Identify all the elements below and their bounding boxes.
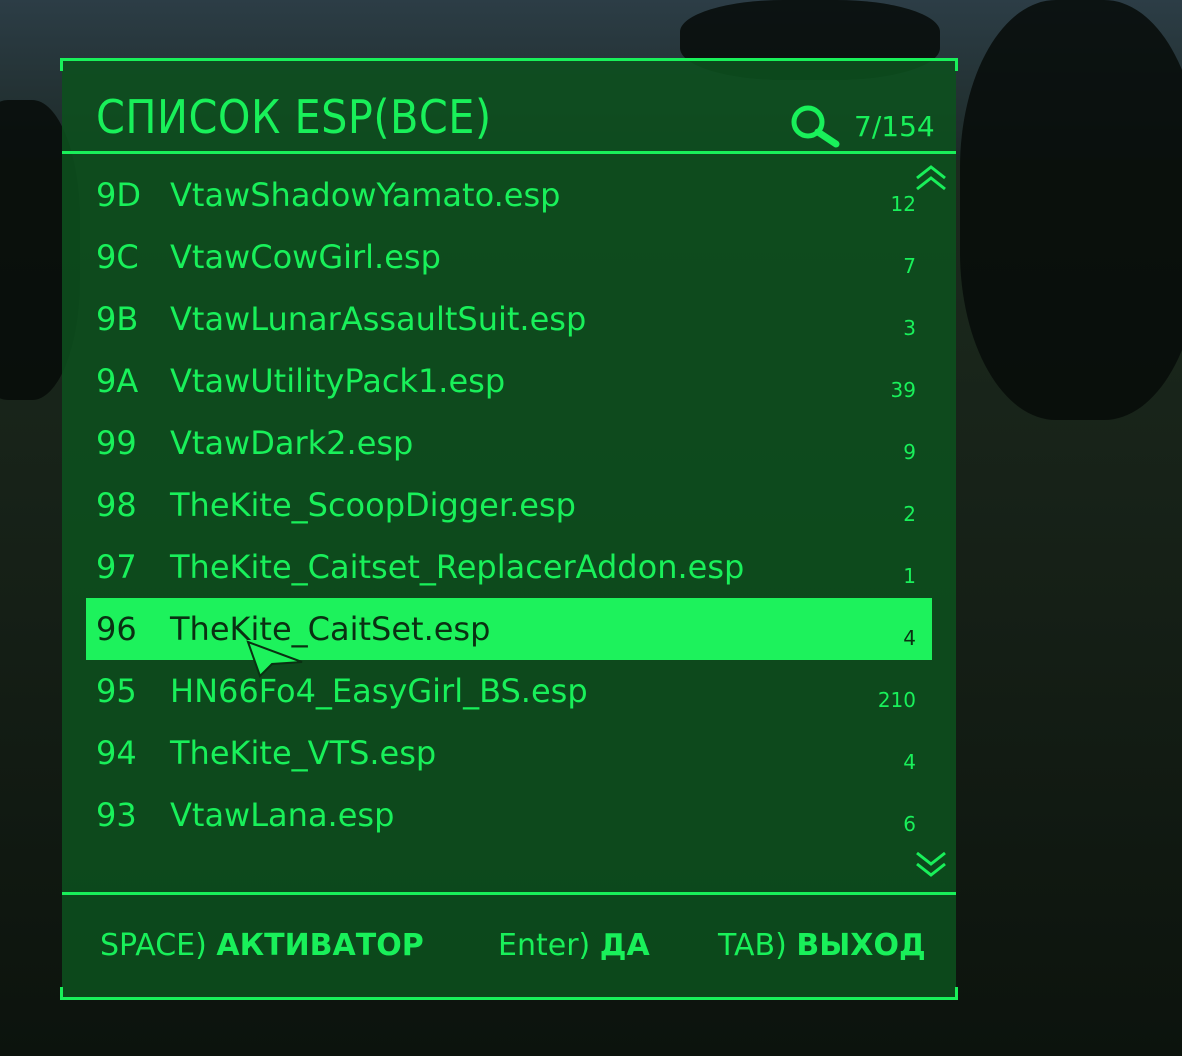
load-order-index: 9D	[96, 176, 141, 214]
list-item[interactable]: 95 HN66Fo4_EasyGirl_BS.esp 210	[86, 660, 932, 722]
plugin-name: VtawLunarAssaultSuit.esp	[170, 300, 587, 338]
footer-divider	[62, 892, 956, 895]
record-count: 7	[903, 254, 916, 278]
load-order-index: 9C	[96, 238, 139, 276]
load-order-index: 95	[96, 672, 137, 710]
chevron-up-icon[interactable]	[914, 164, 948, 192]
list-item[interactable]: 94 TheKite_VTS.esp 4	[86, 722, 932, 784]
result-count: 7/154	[854, 110, 935, 143]
list-item[interactable]: 93 VtawLana.esp 6	[86, 784, 932, 846]
list-item[interactable]: 97 TheKite_Caitset_ReplacerAddon.esp 1	[86, 536, 932, 598]
exit-hint[interactable]: TAB) ВЫХОД	[718, 928, 926, 963]
plugin-name: VtawShadowYamato.esp	[170, 176, 561, 214]
record-count: 1	[903, 564, 916, 588]
space-key-label: SPACE)	[100, 928, 207, 963]
panel-corner	[945, 58, 958, 71]
panel-top-border	[70, 58, 948, 61]
list-item[interactable]: 99 VtawDark2.esp 9	[86, 412, 932, 474]
mouse-cursor-icon	[246, 640, 303, 678]
background-tree	[960, 0, 1182, 420]
esp-list: 9D VtawShadowYamato.esp 12 9C VtawCowGirl.es…	[86, 164, 932, 846]
plugin-name: TheKite_VTS.esp	[170, 734, 437, 772]
record-count: 3	[903, 316, 916, 340]
panel-corner	[60, 58, 73, 71]
plugin-name: TheKite_CaitSet.esp	[170, 610, 491, 648]
list-item[interactable]: 9B VtawLunarAssaultSuit.esp 3	[86, 288, 932, 350]
activator-hint[interactable]: SPACE) АКТИВАТОР	[100, 928, 424, 963]
load-order-index: 94	[96, 734, 137, 772]
list-item[interactable]: 9A VtawUtilityPack1.esp 39	[86, 350, 932, 412]
load-order-index: 9A	[96, 362, 139, 400]
panel-bottom-border	[70, 997, 948, 1000]
activator-label: АКТИВАТОР	[216, 928, 424, 963]
plugin-name: HN66Fo4_EasyGirl_BS.esp	[170, 672, 588, 710]
record-count: 6	[903, 812, 916, 836]
record-count: 9	[903, 440, 916, 464]
header-divider	[62, 151, 956, 154]
list-item[interactable]: 9C VtawCowGirl.esp 7	[86, 226, 932, 288]
confirm-hint[interactable]: Enter) ДА	[498, 928, 650, 963]
confirm-label: ДА	[599, 928, 650, 963]
record-count: 4	[903, 626, 916, 650]
plugin-name: VtawCowGirl.esp	[170, 238, 441, 276]
record-count: 210	[877, 688, 916, 712]
enter-key-label: Enter)	[498, 928, 591, 963]
plugin-name: VtawDark2.esp	[170, 424, 414, 462]
list-item[interactable]: 9D VtawShadowYamato.esp 12	[86, 164, 932, 226]
load-order-index: 98	[96, 486, 137, 524]
record-count: 12	[890, 192, 916, 216]
list-item[interactable]: 96 TheKite_CaitSet.esp 4	[86, 598, 932, 660]
plugin-name: TheKite_Caitset_ReplacerAddon.esp	[170, 548, 745, 586]
footer-hints: SPACE) АКТИВАТОР Enter) ДА TAB) ВЫХОД	[62, 902, 956, 992]
load-order-index: 93	[96, 796, 137, 834]
panel-title: СПИСОК ESP(ВСЕ)	[96, 90, 492, 144]
record-count: 4	[903, 750, 916, 774]
esp-list-panel: СПИСОК ESP(ВСЕ) 7/154 9D VtawShadowYamato…	[60, 58, 958, 1000]
record-count: 2	[903, 502, 916, 526]
load-order-index: 97	[96, 548, 137, 586]
tab-key-label: TAB)	[718, 928, 787, 963]
plugin-name: VtawUtilityPack1.esp	[170, 362, 506, 400]
exit-label: ВЫХОД	[796, 928, 926, 963]
plugin-name: TheKite_ScoopDigger.esp	[170, 486, 576, 524]
load-order-index: 96	[96, 610, 137, 648]
load-order-index: 9B	[96, 300, 139, 338]
search-icon[interactable]	[786, 104, 846, 148]
plugin-name: VtawLana.esp	[170, 796, 395, 834]
list-item[interactable]: 98 TheKite_ScoopDigger.esp 2	[86, 474, 932, 536]
chevron-down-icon[interactable]	[914, 850, 948, 878]
load-order-index: 99	[96, 424, 137, 462]
record-count: 39	[890, 378, 916, 402]
